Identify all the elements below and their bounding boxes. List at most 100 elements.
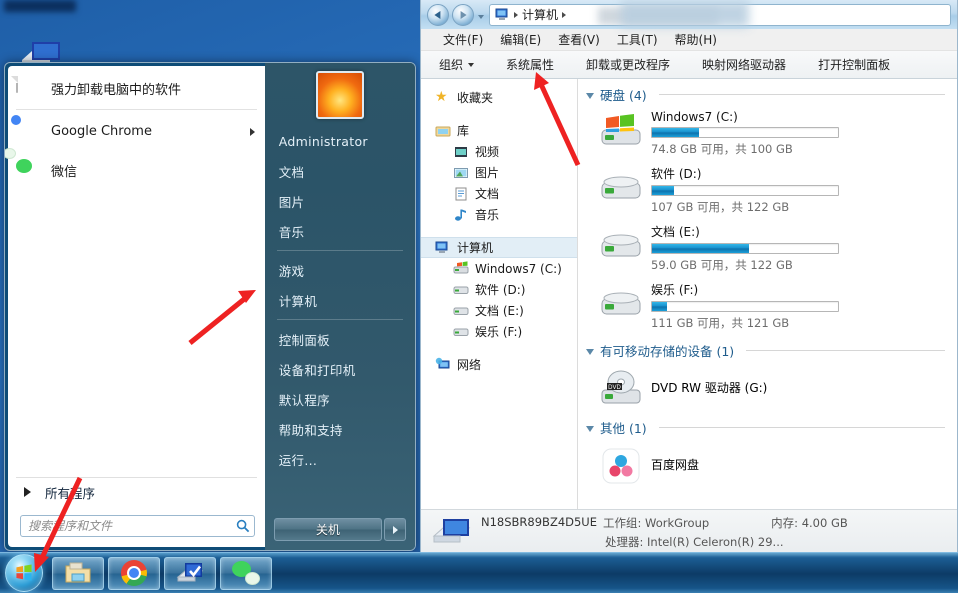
titlebar-blurred-region	[621, 1, 749, 27]
drive-info: 文档 (E:) 59.0 GB 可用，共 122 GB	[651, 223, 947, 273]
nav-item-pictures[interactable]: 图片	[421, 162, 577, 183]
forward-button[interactable]	[452, 4, 474, 26]
start-menu-item-games[interactable]: 游戏	[265, 255, 415, 285]
start-menu-item-pictures[interactable]: 图片	[265, 186, 415, 216]
nav-item-network[interactable]: 网络	[421, 354, 577, 375]
toolbar-open-control-panel[interactable]: 打开控制面板	[814, 54, 894, 75]
drive-item-f[interactable]: 娱乐 (F:) 111 GB 可用，共 121 GB	[578, 277, 957, 335]
explorer-menubar[interactable]: 文件(F) 编辑(E) 查看(V) 工具(T) 帮助(H)	[421, 29, 957, 51]
group-header-removable-storage[interactable]: 有可移动存储的设备 (1)	[578, 335, 957, 362]
computer-icon	[495, 8, 510, 22]
taskbar-chrome[interactable]	[108, 557, 160, 590]
item-baidu-netdisk[interactable]: 百度网盘	[578, 439, 957, 489]
nav-item-favorites[interactable]: ★ 收藏夹	[421, 87, 577, 108]
navigation-pane[interactable]: ★ 收藏夹 库 视频	[421, 79, 578, 509]
search-box[interactable]	[20, 515, 255, 537]
start-menu[interactable]: 强力卸载电脑中的软件 Google Chrome 微信 所有程序	[4, 62, 416, 551]
group-header-other[interactable]: 其他 (1)	[578, 412, 957, 439]
back-button[interactable]	[427, 4, 449, 26]
nav-item-drive-c[interactable]: Windows7 (C:)	[421, 258, 577, 279]
menu-help[interactable]: 帮助(H)	[675, 31, 717, 48]
menu-file[interactable]: 文件(F)	[443, 31, 483, 48]
explorer-toolbar[interactable]: 组织 系统属性 卸载或更改程序 映射网络驱动器 打开控制面板	[421, 51, 957, 79]
drive-name: 软件 (D:)	[651, 165, 947, 182]
menu-edit[interactable]: 编辑(E)	[500, 31, 541, 48]
nav-item-computer[interactable]: 计算机	[421, 237, 577, 258]
menu-view[interactable]: 查看(V)	[558, 31, 600, 48]
start-menu-left-panel: 强力卸载电脑中的软件 Google Chrome 微信 所有程序	[8, 66, 265, 547]
windows-logo-icon	[6, 555, 42, 591]
start-menu-item-help-support[interactable]: 帮助和支持	[265, 414, 415, 444]
drive-item-c[interactable]: Windows7 (C:) 74.8 GB 可用，共 100 GB	[578, 106, 957, 161]
program-label: 强力卸载电脑中的软件	[51, 79, 181, 98]
processor: 处理器: Intel(R) Celeron(R) 29...	[605, 534, 784, 550]
library-icon	[435, 123, 451, 139]
taskbar-monitor-app[interactable]	[164, 557, 216, 590]
drive-item-e[interactable]: 文档 (E:) 59.0 GB 可用，共 122 GB	[578, 219, 957, 277]
divider	[277, 319, 403, 320]
music-icon	[453, 207, 469, 223]
start-menu-item-music[interactable]: 音乐	[265, 216, 415, 246]
drive-item-dvd[interactable]: DVD DVD RW 驱动器 (G:)	[578, 362, 957, 412]
breadcrumb-separator-icon	[514, 12, 518, 18]
taskbar-wechat[interactable]	[220, 557, 272, 590]
nav-item-drive-e[interactable]: 文档 (E:)	[421, 300, 577, 321]
start-menu-item-documents[interactable]: 文档	[265, 156, 415, 186]
recent-pages-dropdown-icon[interactable]	[478, 15, 484, 19]
all-programs-button[interactable]: 所有程序	[8, 478, 265, 506]
toolbar-label: 组织	[439, 56, 463, 73]
start-menu-item-default-programs[interactable]: 默认程序	[265, 384, 415, 414]
nav-item-label: 收藏夹	[457, 89, 493, 106]
search-input[interactable]	[28, 519, 236, 533]
dvd-drive-icon: DVD	[600, 370, 642, 408]
nav-item-documents[interactable]: 文档	[421, 183, 577, 204]
taskbar[interactable]	[0, 552, 958, 593]
breadcrumb-separator-icon[interactable]	[562, 12, 566, 18]
avatar[interactable]	[316, 71, 364, 119]
drive-usage-fill	[652, 128, 699, 137]
drive-capacity: 111 GB 可用，共 121 GB	[651, 315, 947, 331]
nav-item-music[interactable]: 音乐	[421, 204, 577, 225]
drive-item-d[interactable]: 软件 (D:) 107 GB 可用，共 122 GB	[578, 161, 957, 219]
nav-item-drive-d[interactable]: 软件 (D:)	[421, 279, 577, 300]
start-menu-program-uninstaller[interactable]: 强力卸载电脑中的软件	[8, 69, 265, 108]
taskbar-explorer[interactable]	[52, 557, 104, 590]
windows-drive-icon	[600, 114, 642, 152]
nav-item-libraries[interactable]: 库	[421, 120, 577, 141]
start-menu-program-wechat[interactable]: 微信	[8, 151, 265, 190]
chevron-down-icon[interactable]	[586, 349, 594, 355]
start-menu-item-devices-printers[interactable]: 设备和打印机	[265, 354, 415, 384]
explorer-window[interactable]: 计算机 文件(F) 编辑(E) 查看(V) 工具(T) 帮助(H) 组织 系统属…	[420, 0, 958, 556]
toolbar-organize[interactable]: 组织	[435, 54, 478, 75]
group-header-hard-disks[interactable]: 硬盘 (4)	[578, 79, 957, 106]
nav-item-label: 文档 (E:)	[475, 302, 524, 319]
chevron-down-icon[interactable]	[586, 426, 594, 432]
toolbar-system-properties[interactable]: 系统属性	[502, 54, 558, 75]
file-list-pane[interactable]: 硬盘 (4) Windows7 (C:) 74.8 GB 可用，共 100 GB	[578, 79, 957, 509]
computer-icon	[435, 240, 451, 256]
start-menu-program-chrome[interactable]: Google Chrome	[8, 112, 265, 151]
shutdown-options-button[interactable]	[384, 518, 406, 541]
shutdown-button[interactable]: 关机	[274, 518, 382, 541]
menu-tools[interactable]: 工具(T)	[617, 31, 658, 48]
start-menu-item-control-panel[interactable]: 控制面板	[265, 324, 415, 354]
explorer-status-bar: N18SBR89BZ4D5UE 工作组: WorkGroup 内存: 4.00 …	[421, 509, 957, 555]
start-menu-item-username[interactable]: Administrator	[265, 126, 415, 156]
spacer	[421, 108, 577, 120]
toolbar-uninstall-change-program[interactable]: 卸载或更改程序	[582, 54, 674, 75]
chevron-down-icon[interactable]	[586, 93, 594, 99]
start-button[interactable]	[5, 554, 43, 592]
drive-name: Windows7 (C:)	[651, 110, 947, 124]
nav-item-label: Windows7 (C:)	[475, 262, 562, 276]
start-menu-item-computer[interactable]: 计算机	[265, 285, 415, 315]
chevron-down-icon	[468, 63, 474, 67]
computer-icon	[431, 516, 471, 550]
start-menu-item-run[interactable]: 运行...	[265, 444, 415, 474]
search-icon[interactable]	[236, 519, 250, 533]
breadcrumb-item-computer[interactable]: 计算机	[522, 6, 558, 23]
toolbar-map-network-drive[interactable]: 映射网络驱动器	[698, 54, 790, 75]
computer-name: N18SBR89BZ4D5UE	[481, 515, 597, 531]
drive-info: 软件 (D:) 107 GB 可用，共 122 GB	[651, 165, 947, 215]
nav-item-drive-f[interactable]: 娱乐 (F:)	[421, 321, 577, 342]
nav-item-videos[interactable]: 视频	[421, 141, 577, 162]
